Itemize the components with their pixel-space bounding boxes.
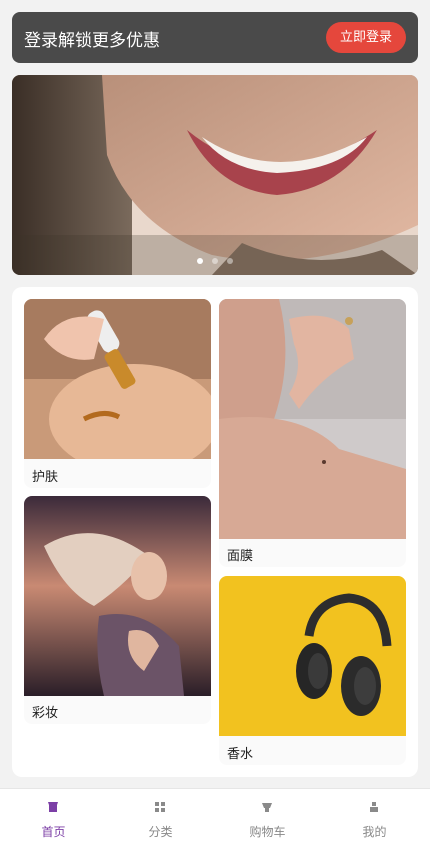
grid-icon: [155, 802, 165, 812]
nav-profile[interactable]: 我的: [321, 789, 428, 844]
carousel-dots: [12, 249, 418, 268]
nav-label: 我的: [362, 825, 387, 839]
nav-category[interactable]: 分类: [107, 789, 214, 844]
login-prompt-text: 登录解锁更多优惠: [24, 31, 160, 51]
bottom-navigation: 首页 分类 购物车 我的: [0, 788, 430, 844]
nav-cart[interactable]: 购物车: [214, 789, 321, 844]
home-icon: [48, 802, 58, 812]
carousel-dot[interactable]: [196, 258, 203, 264]
carousel-dot[interactable]: [212, 258, 218, 264]
category-label: 护肤: [32, 470, 59, 485]
login-button[interactable]: 立即登录: [326, 22, 406, 53]
category-label: 彩妆: [32, 706, 59, 721]
skincare-image: [24, 299, 211, 459]
hero-carousel[interactable]: [12, 75, 418, 275]
nav-home[interactable]: 首页: [0, 789, 107, 844]
login-banner: 登录解锁更多优惠 立即登录: [12, 12, 418, 63]
category-label: 面膜: [227, 549, 254, 564]
category-skincare[interactable]: 护肤: [24, 299, 211, 488]
user-icon: [370, 802, 378, 812]
carousel-dot[interactable]: [227, 258, 234, 264]
makeup-image: [24, 496, 211, 696]
perfume-image: [219, 576, 406, 736]
cart-icon: [262, 803, 272, 812]
nav-label: 分类: [148, 825, 173, 839]
nav-label: 首页: [41, 825, 66, 839]
hero-image: [12, 75, 418, 275]
home-page: 登录解锁更多优惠 立即登录 护肤 彩妆 面膜 香水 首页 分类 购物车 我的: [0, 0, 430, 844]
nav-label: 购物车: [249, 825, 286, 839]
category-makeup[interactable]: 彩妆: [24, 496, 211, 724]
category-label: 香水: [227, 747, 254, 762]
category-perfume[interactable]: 香水: [219, 576, 406, 765]
mask-image: [219, 299, 406, 539]
category-mask[interactable]: 面膜: [219, 299, 406, 567]
category-panel: 护肤 彩妆 面膜 香水: [12, 287, 418, 777]
